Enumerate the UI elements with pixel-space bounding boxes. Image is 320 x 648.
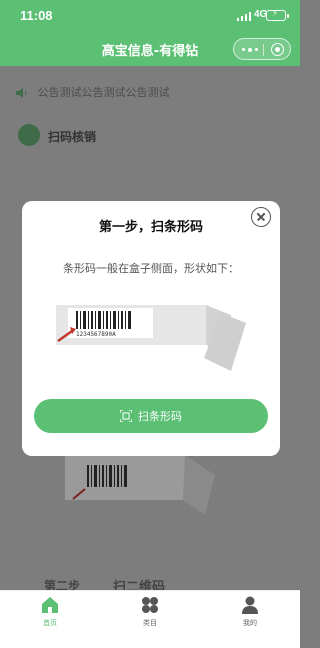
scan-barcode-button-label: 扫条形码 [138, 410, 182, 423]
home-icon [42, 597, 58, 613]
barcode-illustration: 1234567890A [56, 305, 246, 371]
tab-bar: 首页 类目 我的 [0, 590, 300, 648]
battery-icon: ⚡ [266, 9, 289, 21]
tab-category-label: 类目 [143, 619, 157, 627]
scan-icon [120, 410, 132, 422]
dialog-description: 条形码一般在盒子侧面，形状如下： [63, 262, 239, 275]
top-bar: 11:08 4G ⚡ 高宝信息-有得钻 [0, 0, 300, 66]
tab-home[interactable]: 首页 [20, 595, 80, 631]
tab-category[interactable]: 类目 [120, 595, 180, 631]
signal-icon [237, 12, 251, 21]
scan-barcode-button[interactable]: 扫条形码 [34, 399, 268, 433]
miniprogram-capsule[interactable] [233, 38, 291, 60]
speaker-icon [16, 88, 27, 98]
category-icon [142, 597, 158, 613]
dialog-title: 第一步，扫条形码 [98, 220, 203, 235]
more-icon[interactable] [242, 47, 258, 52]
tab-home-label: 首页 [43, 619, 57, 627]
capsule-divider [263, 44, 264, 56]
scan-section-icon [18, 124, 40, 146]
close-miniprogram-icon[interactable] [271, 43, 284, 56]
status-time: 11:08 [20, 8, 53, 23]
barcode-number: 1234567890A [76, 331, 116, 338]
user-icon [242, 596, 258, 614]
close-icon[interactable] [251, 207, 271, 227]
tab-profile[interactable]: 我的 [220, 595, 280, 631]
scan-section-title: 扫码核销 [48, 130, 97, 144]
notice-bar: 公告测试公告测试公告测试 [16, 84, 170, 100]
background-barcode-image [65, 455, 215, 515]
notice-text: 公告测试公告测试公告测试 [37, 86, 170, 99]
tab-profile-label: 我的 [243, 619, 257, 627]
scan-barcode-dialog: 第一步，扫条形码 条形码一般在盒子侧面，形状如下： 1234567890A 扫条… [22, 201, 280, 456]
status-bar: 11:08 4G ⚡ [0, 0, 300, 28]
